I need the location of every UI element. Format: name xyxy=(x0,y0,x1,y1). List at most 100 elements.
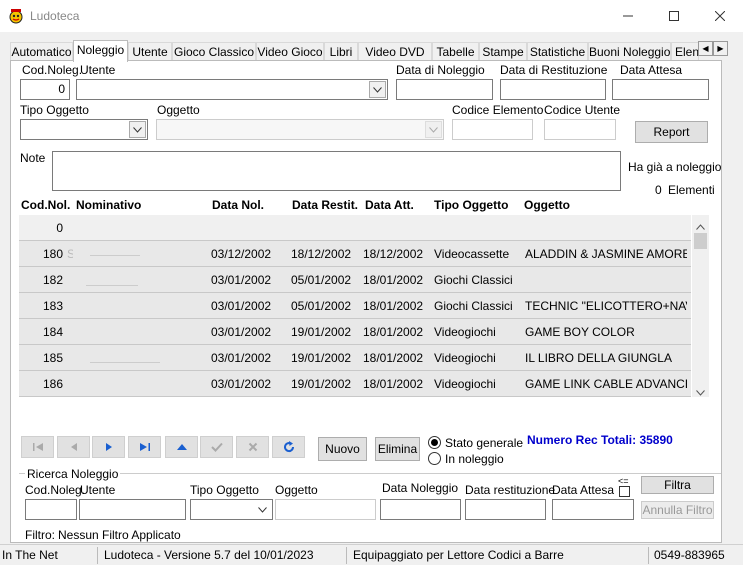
status-version: Ludoteca - Versione 5.7 del 10/01/2023 xyxy=(104,548,314,562)
ricerca-data-restituzione-field[interactable] xyxy=(465,499,546,520)
codice-elemento-field[interactable] xyxy=(452,119,533,140)
in-noleggio-label[interactable]: In noleggio xyxy=(445,452,504,466)
data-restituzione-label: Data di Restituzione xyxy=(500,63,608,77)
cell-tipo-oggetto: Giochi Classici xyxy=(434,273,513,287)
ricerca-cod-field[interactable] xyxy=(25,499,77,520)
nuovo-button[interactable]: Nuovo xyxy=(318,437,367,461)
table-row[interactable]: 180 S 03/12/2002 18/12/2002 18/12/2002 V… xyxy=(19,241,691,267)
maximize-button[interactable] xyxy=(651,0,697,32)
window-title: Ludoteca xyxy=(30,9,80,23)
scroll-down-icon[interactable] xyxy=(696,385,705,399)
ricerca-utente-field[interactable] xyxy=(79,499,186,520)
table-row[interactable]: 185 03/01/2002 19/01/2002 18/01/2002 Vid… xyxy=(19,345,691,371)
ricerca-tipo-combo[interactable] xyxy=(190,499,273,520)
cell-cod: 0 xyxy=(56,221,63,235)
chevron-down-icon[interactable] xyxy=(425,121,442,138)
cell-oggetto: IL LIBRO DELLA GIUNGLA xyxy=(525,351,672,365)
data-restituzione-field[interactable] xyxy=(500,79,606,100)
table-row[interactable]: 184 03/01/2002 19/01/2002 18/01/2002 Vid… xyxy=(19,319,691,345)
note-textarea[interactable] xyxy=(52,151,621,191)
post-check-icon[interactable] xyxy=(200,436,233,458)
cell-data-att: 18/12/2002 xyxy=(363,247,424,261)
chevron-down-icon[interactable] xyxy=(369,81,386,98)
redacted-name xyxy=(90,362,160,363)
cell-nominativo: S xyxy=(67,247,73,261)
annulla-filtro-button[interactable]: Annulla Filtro xyxy=(641,501,714,519)
redacted-name xyxy=(90,255,140,256)
tab-scroll-right-icon[interactable]: ▶ xyxy=(713,41,728,56)
utente-combo[interactable] xyxy=(76,79,388,100)
ricerca-utente-label: Utente xyxy=(80,483,116,497)
col-header-tipo-oggetto[interactable]: Tipo Oggetto xyxy=(434,198,508,212)
stato-generale-radio[interactable] xyxy=(428,436,441,449)
tab-automatico[interactable]: Automatico xyxy=(10,42,73,61)
stato-generale-label[interactable]: Stato generale xyxy=(445,436,523,450)
last-record-icon[interactable] xyxy=(128,436,161,458)
table-row[interactable]: 182 03/01/2002 05/01/2002 18/01/2002 Gio… xyxy=(19,267,691,293)
chevron-down-icon[interactable] xyxy=(254,501,271,518)
cancel-x-icon[interactable] xyxy=(236,436,269,458)
cell-cod: 185 xyxy=(42,351,63,365)
tipo-oggetto-combo[interactable] xyxy=(20,119,148,140)
col-header-data-att[interactable]: Data Att. xyxy=(365,198,414,212)
tab-video-gioco[interactable]: Video Gioco xyxy=(256,42,324,61)
tab-utente[interactable]: Utente xyxy=(128,42,172,61)
table-row[interactable]: 0 xyxy=(19,215,691,241)
insert-record-icon[interactable] xyxy=(165,436,198,458)
data-attesa-field[interactable] xyxy=(612,79,709,100)
cell-data-restit: 05/01/2002 xyxy=(291,299,352,313)
tab-scroll-left-icon[interactable]: ◀ xyxy=(698,41,713,56)
ricerca-group-border xyxy=(19,473,721,474)
rental-grid: 0 180 S 03/12/2002 18/12/2002 18/12/2002… xyxy=(19,215,691,397)
ricerca-le-checkbox[interactable] xyxy=(619,486,630,497)
oggetto-combo[interactable] xyxy=(156,119,444,140)
cell-cod: 184 xyxy=(42,325,63,339)
cell-data-restit: 19/01/2002 xyxy=(291,351,352,365)
scroll-up-icon[interactable] xyxy=(696,219,705,233)
scroll-thumb[interactable] xyxy=(694,233,707,249)
ricerca-title: Ricerca Noleggio xyxy=(25,467,121,481)
grid-scrollbar[interactable] xyxy=(692,215,709,397)
cell-data-restit: 18/12/2002 xyxy=(291,247,352,261)
tab-stampe[interactable]: Stampe xyxy=(479,42,527,61)
first-record-icon[interactable] xyxy=(21,436,54,458)
note-label: Note xyxy=(20,151,46,165)
col-header-data-restit[interactable]: Data Restit. xyxy=(292,198,358,212)
ricerca-cod-label: Cod.Noleg. xyxy=(25,483,86,497)
tab-libri[interactable]: Libri xyxy=(324,42,358,61)
next-record-icon[interactable] xyxy=(92,436,125,458)
cell-cod: 182 xyxy=(42,273,63,287)
report-button[interactable]: Report xyxy=(635,121,708,143)
table-row[interactable]: 186 03/01/2002 19/01/2002 18/01/2002 Vid… xyxy=(19,371,691,397)
col-header-oggetto[interactable]: Oggetto xyxy=(524,198,570,212)
tab-elenco[interactable]: Elen xyxy=(671,42,699,61)
cell-data-att: 18/01/2002 xyxy=(363,325,424,339)
filtra-button[interactable]: Filtra xyxy=(641,476,714,494)
ricerca-data-attesa-field[interactable] xyxy=(552,499,634,520)
cell-oggetto: GAME LINK CABLE ADVANCE ( xyxy=(525,377,687,391)
ricerca-data-noleggio-field[interactable] xyxy=(380,499,461,520)
in-noleggio-radio[interactable] xyxy=(428,452,441,465)
codice-utente-field[interactable] xyxy=(544,119,616,140)
chevron-down-icon[interactable] xyxy=(129,121,146,138)
col-header-cod[interactable]: Cod.Nol. xyxy=(21,198,70,212)
tab-buoni-noleggio[interactable]: Buoni Noleggio xyxy=(588,42,671,61)
close-button[interactable] xyxy=(697,0,743,32)
ricerca-data-noleggio-label: Data Noleggio xyxy=(382,481,459,495)
elimina-button[interactable]: Elimina xyxy=(375,437,420,461)
ricerca-oggetto-field[interactable] xyxy=(275,499,376,520)
tab-statistiche[interactable]: Statistiche xyxy=(527,42,588,61)
data-noleggio-field[interactable] xyxy=(396,79,493,100)
refresh-icon[interactable] xyxy=(272,436,305,458)
cell-data-att: 18/01/2002 xyxy=(363,351,424,365)
tab-tabelle[interactable]: Tabelle xyxy=(432,42,479,61)
prev-record-icon[interactable] xyxy=(57,436,90,458)
cod-noleg-field[interactable]: 0 xyxy=(20,79,70,100)
tab-noleggio[interactable]: Noleggio xyxy=(73,40,128,62)
minimize-button[interactable] xyxy=(605,0,651,32)
col-header-data-nol[interactable]: Data Nol. xyxy=(212,198,264,212)
table-row[interactable]: 183 03/01/2002 05/01/2002 18/01/2002 Gio… xyxy=(19,293,691,319)
tab-video-dvd[interactable]: Video DVD xyxy=(358,42,432,61)
tab-gioco-classico[interactable]: Gioco Classico xyxy=(172,42,256,61)
col-header-nominativo[interactable]: Nominativo xyxy=(76,198,141,212)
